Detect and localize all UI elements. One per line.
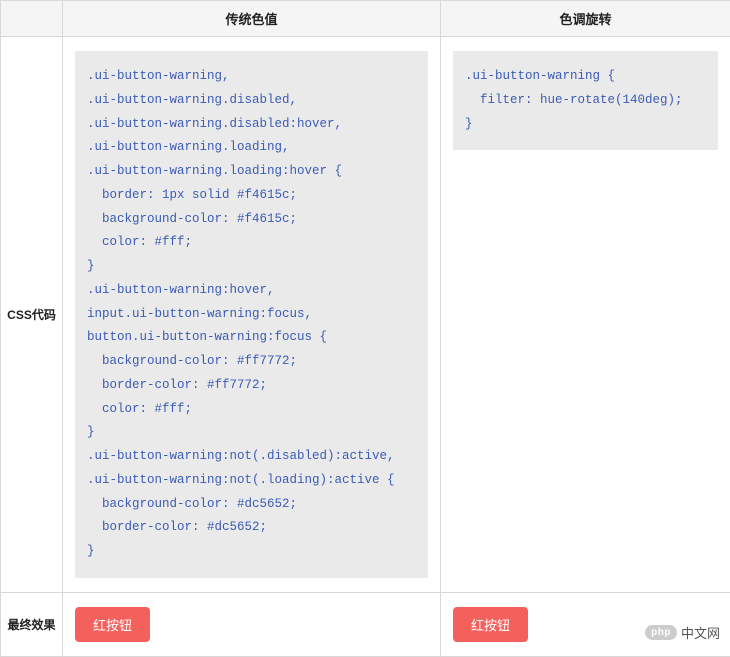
- result-cell-hue: 红按钮 php 中文网: [441, 592, 730, 656]
- code-block-traditional: .ui-button-warning, .ui-button-warning.d…: [75, 51, 428, 578]
- header-blank: [1, 1, 63, 37]
- red-button-hue[interactable]: 红按钮: [453, 607, 528, 642]
- result-cell-traditional: 红按钮: [63, 592, 441, 656]
- watermark-text: 中文网: [681, 623, 720, 642]
- code-cell-traditional: .ui-button-warning, .ui-button-warning.d…: [63, 37, 441, 593]
- header-traditional: 传统色值: [63, 1, 441, 37]
- red-button-traditional[interactable]: 红按钮: [75, 607, 150, 642]
- code-cell-hue: .ui-button-warning { filter: hue-rotate(…: [441, 37, 730, 593]
- result-row: 最终效果 红按钮 红按钮 php 中文网: [1, 592, 730, 656]
- header-hue-rotate: 色调旋转: [441, 1, 730, 37]
- watermark: php 中文网: [645, 623, 720, 642]
- code-row-label: CSS代码: [1, 37, 63, 593]
- code-block-hue: .ui-button-warning { filter: hue-rotate(…: [453, 51, 718, 150]
- code-row: CSS代码 .ui-button-warning, .ui-button-war…: [1, 37, 730, 593]
- result-row-label: 最终效果: [1, 592, 63, 656]
- table-header-row: 传统色值 色调旋转: [1, 1, 730, 37]
- comparison-table: 传统色值 色调旋转 CSS代码 .ui-button-warning, .ui-…: [0, 0, 730, 657]
- watermark-badge: php: [645, 625, 677, 640]
